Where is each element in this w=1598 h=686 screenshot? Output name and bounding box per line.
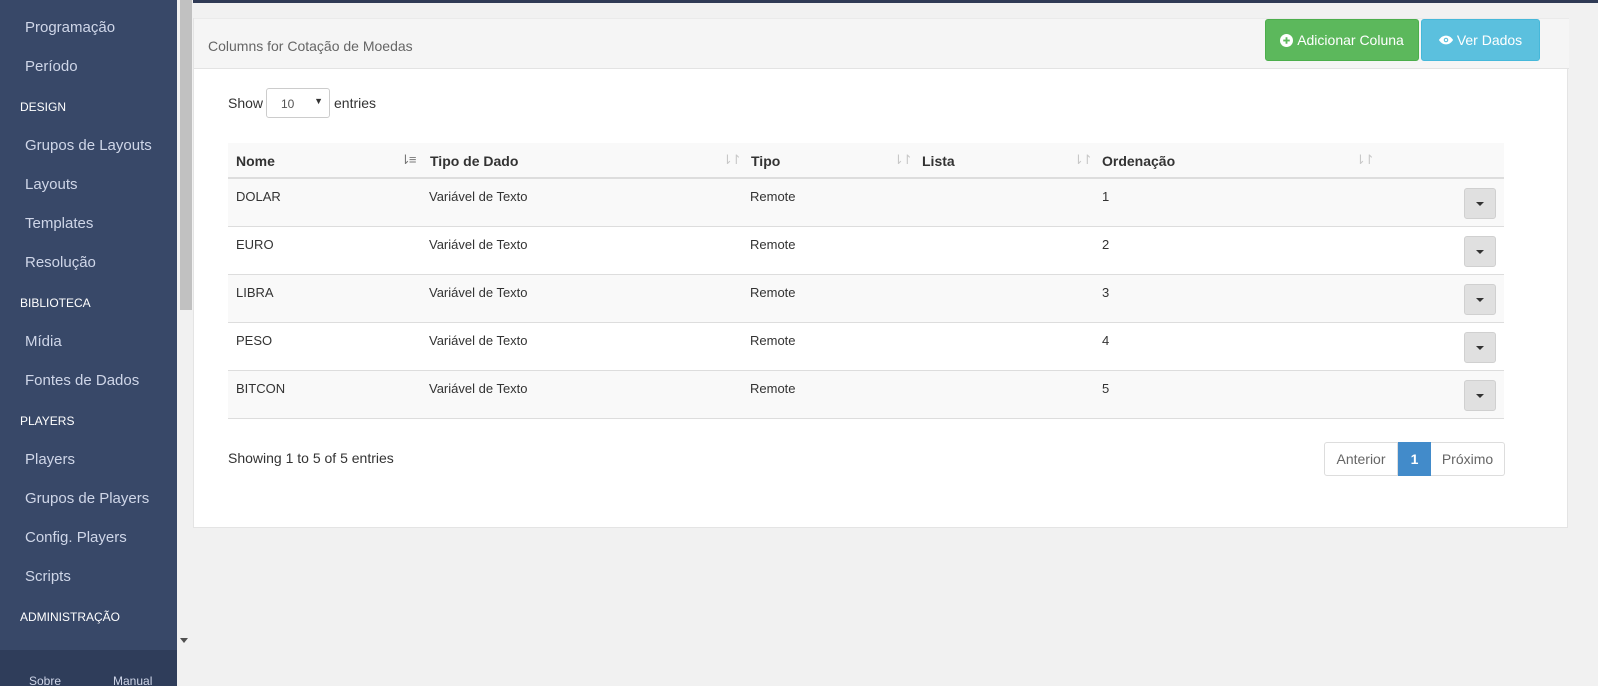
add-column-button[interactable]: Adicionar Coluna (1265, 19, 1419, 61)
table-row: EURO Variável de Texto Remote 2 (228, 227, 1504, 275)
entries-select-value: 10 (281, 97, 295, 111)
sidebar-item-grupos-players[interactable]: Grupos de Players (25, 490, 149, 507)
scrollbar-thumb[interactable] (180, 0, 192, 310)
sidebar: Programação Período DESIGN Grupos de Layout… (0, 0, 177, 686)
sort-icon[interactable]: ⇂↾ (1073, 152, 1093, 168)
panel-heading: Columns for Cotação de Moedas Adicionar … (194, 18, 1569, 69)
plus-circle-icon (1280, 33, 1294, 47)
caret-down-icon (1476, 346, 1484, 350)
table-info: Showing 1 to 5 of 5 entries (228, 450, 394, 466)
th-ordenacao[interactable]: Ordenação (1102, 153, 1175, 169)
cell-ordenacao: 3 (1102, 285, 1110, 300)
entries-label: entries (334, 95, 377, 111)
sidebar-item-midia[interactable]: Mídia (25, 333, 62, 350)
view-data-button[interactable]: Ver Dados (1421, 19, 1540, 61)
cell-nome: PESO (236, 333, 273, 348)
eye-icon (1438, 35, 1453, 45)
cell-tipo-de-dado: Variável de Texto (429, 381, 528, 396)
show-label: Show (228, 95, 264, 111)
footer-link-manual[interactable]: Manual (113, 674, 152, 686)
caret-down-icon (1476, 250, 1484, 254)
sidebar-item-templates[interactable]: Templates (25, 215, 93, 232)
sort-icon[interactable]: ⇂↾ (1355, 152, 1375, 168)
table-header: Nome ⇂≡ Tipo de Dado ⇂↾ Tipo ⇂↾ Lista ⇂↾… (228, 143, 1504, 179)
sidebar-scrollbar[interactable] (177, 0, 193, 650)
cell-nome: BITCON (236, 381, 286, 396)
caret-down-icon (1476, 298, 1484, 302)
columns-panel: Columns for Cotação de Moedas Adicionar … (193, 18, 1569, 528)
th-nome[interactable]: Nome (236, 153, 275, 169)
panel-title: Columns for Cotação de Moedas (208, 38, 413, 54)
pagination: Anterior 1 Próximo (1324, 442, 1505, 476)
sidebar-item-grupos-layouts[interactable]: Grupos de Layouts (25, 137, 152, 154)
th-tipo-de-dado[interactable]: Tipo de Dado (430, 153, 518, 169)
th-tipo[interactable]: Tipo (751, 153, 780, 169)
sidebar-item-fontes-dados[interactable]: Fontes de Dados (25, 372, 139, 389)
top-bar (193, 0, 1598, 3)
entries-per-page-select[interactable]: 10 ▼ (266, 88, 330, 118)
row-actions-dropdown-button[interactable] (1464, 332, 1496, 363)
scroll-down-arrow-icon[interactable] (180, 638, 188, 643)
sidebar-header-biblioteca: BIBLIOTECA (20, 296, 91, 310)
cell-ordenacao: 1 (1102, 189, 1110, 204)
table-body: DOLAR Variável de Texto Remote 1 EURO Variáve… (228, 179, 1504, 419)
sidebar-item-resolucao[interactable]: Resolução (25, 254, 96, 271)
cell-tipo: Remote (750, 333, 796, 348)
cell-ordenacao: 4 (1102, 333, 1110, 348)
sort-icon[interactable]: ⇂↾ (722, 152, 742, 168)
caret-down-icon (1476, 202, 1484, 206)
sort-icon[interactable]: ⇂↾ (893, 152, 913, 168)
sidebar-item-programacao[interactable]: Programação (25, 19, 115, 36)
sidebar-item-players[interactable]: Players (25, 451, 75, 468)
cell-nome: DOLAR (236, 189, 281, 204)
cell-ordenacao: 2 (1102, 237, 1110, 252)
cell-tipo: Remote (750, 237, 796, 252)
view-data-label: Ver Dados (1456, 32, 1523, 48)
cell-tipo-de-dado: Variável de Texto (429, 333, 528, 348)
cell-tipo: Remote (750, 285, 796, 300)
pagination-page-1[interactable]: 1 (1398, 442, 1431, 476)
cell-tipo: Remote (750, 189, 796, 204)
sidebar-header-players: PLAYERS (20, 414, 75, 428)
sidebar-item-scripts[interactable]: Scripts (25, 568, 71, 585)
sort-asc-icon[interactable]: ⇂≡ (400, 152, 417, 168)
cell-tipo: Remote (750, 381, 796, 396)
row-actions-dropdown-button[interactable] (1464, 188, 1496, 219)
cell-nome: EURO (236, 237, 274, 252)
footer-link-sobre[interactable]: Sobre (29, 674, 61, 686)
columns-table: Nome ⇂≡ Tipo de Dado ⇂↾ Tipo ⇂↾ Lista ⇂↾… (228, 143, 1504, 419)
sidebar-header-administracao: ADMINISTRAÇÃO (20, 610, 121, 624)
cell-ordenacao: 5 (1102, 381, 1110, 396)
row-actions-dropdown-button[interactable] (1464, 284, 1496, 315)
table-row: LIBRA Variável de Texto Remote 3 (228, 275, 1504, 323)
select-caret-icon: ▼ (314, 96, 323, 106)
sidebar-item-periodo[interactable]: Período (25, 58, 78, 75)
pagination-previous[interactable]: Anterior (1324, 442, 1398, 476)
th-lista[interactable]: Lista (922, 153, 955, 169)
add-column-label: Adicionar Coluna (1297, 32, 1404, 48)
cell-tipo-de-dado: Variável de Texto (429, 285, 528, 300)
sidebar-header-design: DESIGN (20, 100, 67, 114)
cell-nome: LIBRA (236, 285, 274, 300)
sidebar-item-config-players[interactable]: Config. Players (25, 529, 127, 546)
row-actions-dropdown-button[interactable] (1464, 236, 1496, 267)
caret-down-icon (1476, 394, 1484, 398)
cell-tipo-de-dado: Variável de Texto (429, 237, 528, 252)
cell-tipo-de-dado: Variável de Texto (429, 189, 528, 204)
table-row: BITCON Variável de Texto Remote 5 (228, 371, 1504, 419)
table-row: DOLAR Variável de Texto Remote 1 (228, 179, 1504, 227)
table-row: PESO Variável de Texto Remote 4 (228, 323, 1504, 371)
pagination-next[interactable]: Próximo (1431, 442, 1505, 476)
sidebar-footer: Sobre Manual (0, 650, 177, 686)
row-actions-dropdown-button[interactable] (1464, 380, 1496, 411)
sidebar-item-layouts[interactable]: Layouts (25, 176, 78, 193)
